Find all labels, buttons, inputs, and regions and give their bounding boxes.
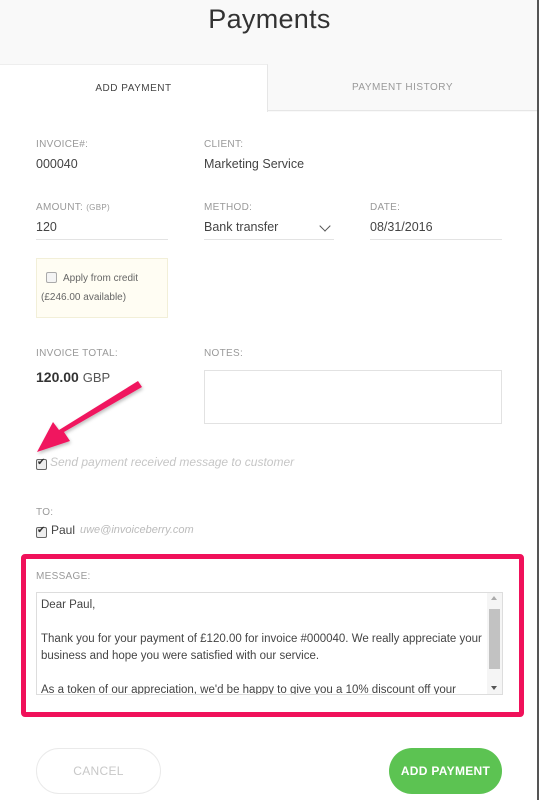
apply-credit-label: Apply from credit <box>63 273 139 284</box>
message-line: Dear Paul, <box>41 599 96 611</box>
date-input[interactable]: 08/31/2016 <box>370 220 433 234</box>
date-label: DATE: <box>370 202 401 213</box>
send-message-label: Send payment received message to custome… <box>50 455 295 469</box>
invoice-number-label: INVOICE#: <box>36 139 89 150</box>
send-message-checkbox[interactable] <box>36 457 47 470</box>
invoice-number-value: 000040 <box>36 157 78 171</box>
page-title: Payments <box>208 4 331 34</box>
amount-underline <box>36 239 168 240</box>
amount-input[interactable]: 120 <box>36 220 57 234</box>
chevron-down-icon[interactable] <box>319 220 331 232</box>
invoice-total-label: INVOICE TOTAL: <box>36 348 118 359</box>
recipient-checkbox[interactable] <box>36 525 47 538</box>
date-underline <box>370 239 502 240</box>
add-payment-button[interactable]: ADD PAYMENT <box>389 748 502 794</box>
method-select[interactable]: Bank transfer <box>204 220 278 234</box>
tab-bar: ADD PAYMENT PAYMENT HISTORY <box>0 64 537 112</box>
to-label: TO: <box>36 507 54 518</box>
tab-payment-history[interactable]: PAYMENT HISTORY <box>268 64 537 111</box>
message-line: Thank you for your payment of £120.00 fo… <box>41 633 482 662</box>
tab-add-payment[interactable]: ADD PAYMENT <box>0 64 268 112</box>
message-label: MESSAGE: <box>36 571 91 582</box>
amount-label-text: AMOUNT: <box>36 202 84 213</box>
scroll-down-arrow-icon[interactable] <box>491 686 497 690</box>
method-underline <box>204 239 334 240</box>
notes-textarea[interactable] <box>204 370 502 424</box>
message-line <box>41 665 486 682</box>
amount-label: AMOUNT: (GBP) <box>36 202 110 213</box>
cancel-button[interactable]: CANCEL <box>36 748 161 794</box>
invoice-total-amount: 120.00 <box>36 369 79 385</box>
recipient-name: Paul <box>51 523 76 537</box>
recipient-email: uwe@invoiceberry.com <box>80 524 194 536</box>
scroll-thumb[interactable] <box>489 609 500 669</box>
message-text: Dear Paul, Thank you for your payment of… <box>41 597 486 695</box>
notes-label: NOTES: <box>204 348 244 359</box>
client-label: CLIENT: <box>204 139 244 150</box>
message-line: As a token of our appreciation, we'd be … <box>41 684 456 695</box>
method-label: METHOD: <box>204 202 253 213</box>
client-value: Marketing Service <box>204 157 305 171</box>
message-scrollbar[interactable] <box>487 593 502 694</box>
message-line <box>41 614 486 631</box>
message-textarea[interactable]: Dear Paul, Thank you for your payment of… <box>36 592 503 695</box>
add-payment-panel: INVOICE#: 000040 CLIENT: Marketing Servi… <box>0 112 537 800</box>
credit-available: (£246.00 available) <box>41 292 127 303</box>
scroll-up-arrow-icon[interactable] <box>491 596 497 600</box>
invoice-total-value: 120.00 GBP <box>36 369 110 385</box>
apply-credit-box: Apply from credit (£246.00 available) <box>36 258 168 318</box>
invoice-total-currency: GBP <box>82 370 111 385</box>
apply-credit-checkbox[interactable] <box>46 272 57 283</box>
amount-unit: (GBP) <box>86 203 110 212</box>
